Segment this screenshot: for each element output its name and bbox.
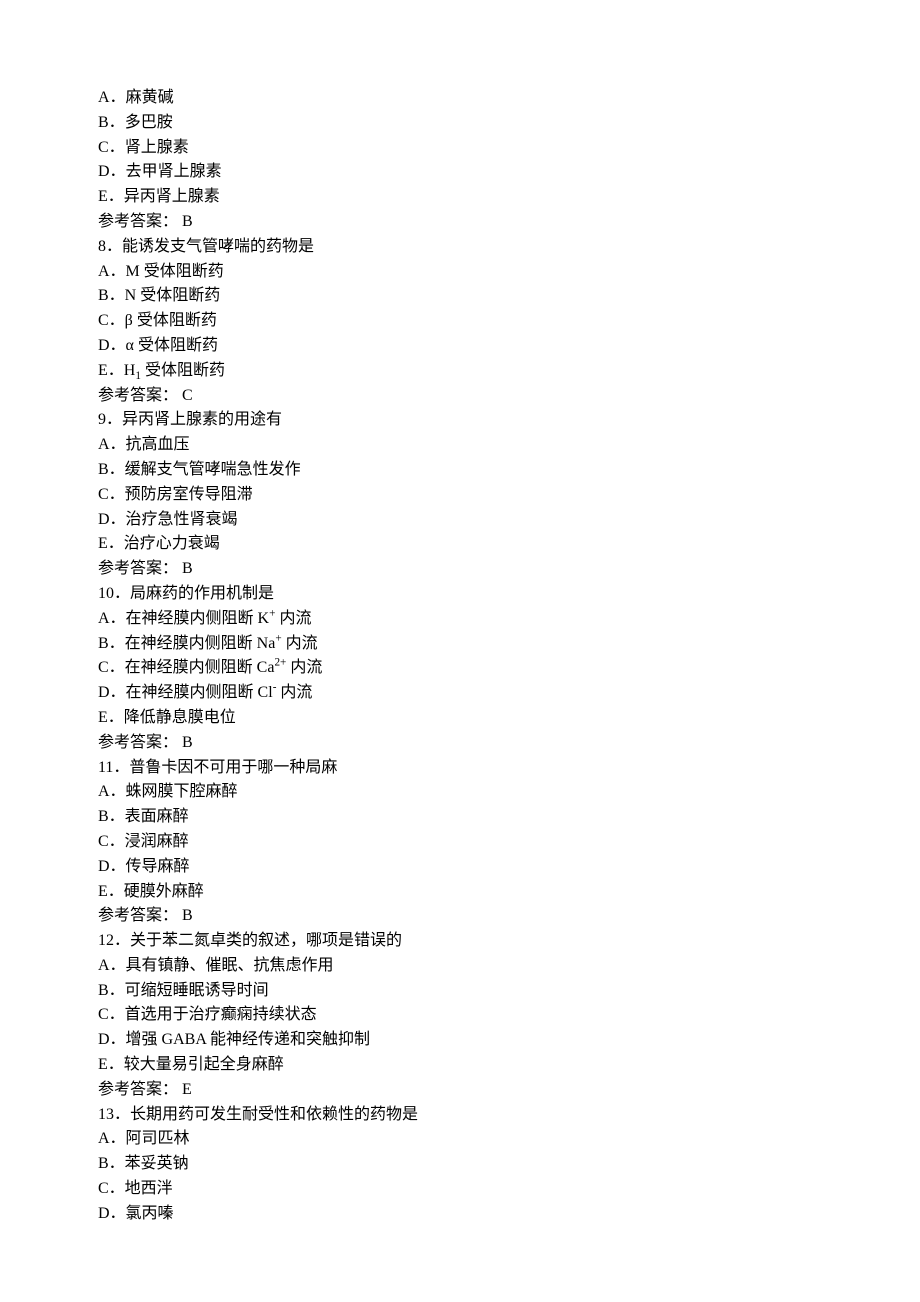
q12-option-a: A．具有镇静、催眠、抗焦虑作用 <box>98 954 830 979</box>
q12-option-c: C．首选用于治疗癫痫持续状态 <box>98 1003 830 1028</box>
q12-option-b: B．可缩短睡眠诱导时间 <box>98 979 830 1004</box>
q7-answer: 参考答案： B <box>98 210 830 235</box>
q10-option-c: C．在神经膜内侧阻断 Ca2+ 内流 <box>98 656 830 681</box>
q7-option-b: B．多巴胺 <box>98 111 830 136</box>
q11-stem: 11．普鲁卡因不可用于哪一种局麻 <box>98 756 830 781</box>
q11-option-c: C．浸润麻醉 <box>98 830 830 855</box>
q8-option-c: C．β 受体阻断药 <box>98 309 830 334</box>
q10-option-e: E．降低静息膜电位 <box>98 706 830 731</box>
q7-option-c: C．肾上腺素 <box>98 136 830 161</box>
q13-option-b: B．苯妥英钠 <box>98 1152 830 1177</box>
option-text: 异丙肾上腺素 <box>124 188 220 205</box>
q13-option-c: C．地西泮 <box>98 1177 830 1202</box>
option-label: A． <box>98 89 126 106</box>
q10-option-d: D．在神经膜内侧阻断 Cl- 内流 <box>98 681 830 706</box>
q10-answer: 参考答案： B <box>98 731 830 756</box>
q13-option-d: D．氯丙嗪 <box>98 1202 830 1227</box>
superscript: 2+ <box>274 657 286 669</box>
option-label: D． <box>98 163 126 180</box>
q11-answer: 参考答案： B <box>98 904 830 929</box>
option-text-post: 内流 <box>275 610 311 627</box>
q12-option-e: E．较大量易引起全身麻醉 <box>98 1053 830 1078</box>
option-text-pre: C．在神经膜内侧阻断 Ca <box>98 659 274 676</box>
q9-option-a: A．抗高血压 <box>98 433 830 458</box>
q13-option-a: A．阿司匹林 <box>98 1127 830 1152</box>
q11-option-a: A．蛛网膜下腔麻醉 <box>98 780 830 805</box>
q11-option-b: B．表面麻醉 <box>98 805 830 830</box>
q13-stem: 13．长期用药可发生耐受性和依赖性的药物是 <box>98 1103 830 1128</box>
option-label: E． <box>98 188 124 205</box>
q10-stem: 10．局麻药的作用机制是 <box>98 582 830 607</box>
option-label: B． <box>98 114 125 131</box>
q12-option-d: D．增强 GABA 能神经传递和突触抑制 <box>98 1028 830 1053</box>
q12-answer: 参考答案： E <box>98 1078 830 1103</box>
option-text-post: 内流 <box>276 684 312 701</box>
option-text-pre: E．H <box>98 362 135 379</box>
q10-option-b: B．在神经膜内侧阻断 Na+ 内流 <box>98 632 830 657</box>
q8-option-b: B．N 受体阻断药 <box>98 284 830 309</box>
q7-option-e: E．异丙肾上腺素 <box>98 185 830 210</box>
q9-option-b: B．缓解支气管哮喘急性发作 <box>98 458 830 483</box>
option-text-pre: A．在神经膜内侧阻断 K <box>98 610 269 627</box>
q9-option-c: C．预防房室传导阻滞 <box>98 483 830 508</box>
q7-option-a: A．麻黄碱 <box>98 86 830 111</box>
q8-option-d: D．α 受体阻断药 <box>98 334 830 359</box>
q8-option-a: A．M 受体阻断药 <box>98 260 830 285</box>
option-text: 肾上腺素 <box>125 139 189 156</box>
q9-answer: 参考答案： B <box>98 557 830 582</box>
q11-option-e: E．硬膜外麻醉 <box>98 880 830 905</box>
option-label: C． <box>98 139 125 156</box>
option-text-pre: B．在神经膜内侧阻断 Na <box>98 635 275 652</box>
option-text-post: 受体阻断药 <box>141 362 225 379</box>
q8-answer: 参考答案： C <box>98 384 830 409</box>
q8-stem: 8．能诱发支气管哮喘的药物是 <box>98 235 830 260</box>
option-text-post: 内流 <box>286 659 322 676</box>
q8-option-e: E．H1 受体阻断药 <box>98 359 830 384</box>
q10-option-a: A．在神经膜内侧阻断 K+ 内流 <box>98 607 830 632</box>
q11-option-d: D．传导麻醉 <box>98 855 830 880</box>
q12-stem: 12．关于苯二氮卓类的叙述，哪项是错误的 <box>98 929 830 954</box>
option-text: 去甲肾上腺素 <box>126 163 222 180</box>
option-text: 多巴胺 <box>125 114 173 131</box>
option-text: 麻黄碱 <box>126 89 174 106</box>
option-text-pre: D．在神经膜内侧阻断 Cl <box>98 684 273 701</box>
q7-option-d: D．去甲肾上腺素 <box>98 160 830 185</box>
q9-stem: 9．异丙肾上腺素的用途有 <box>98 408 830 433</box>
q9-option-e: E．治疗心力衰竭 <box>98 532 830 557</box>
q9-option-d: D．治疗急性肾衰竭 <box>98 508 830 533</box>
option-text-post: 内流 <box>282 635 318 652</box>
